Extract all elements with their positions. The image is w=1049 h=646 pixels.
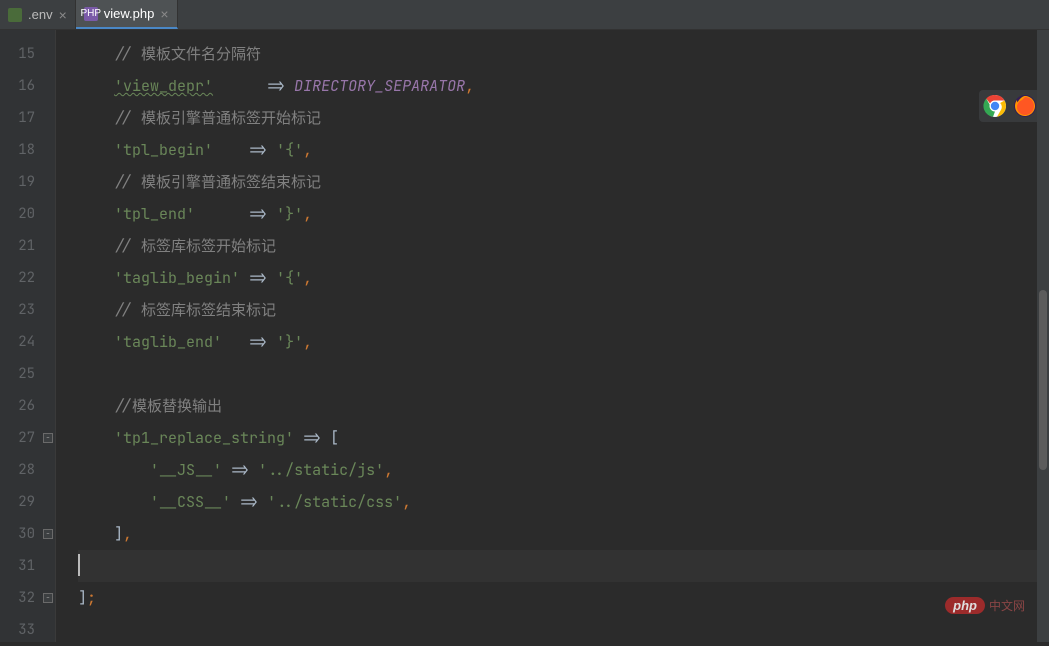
line-number: 15 [0,38,55,70]
line-number: 23 [0,294,55,326]
firefox-icon[interactable] [1013,94,1037,118]
line-number: 20 [0,198,55,230]
vertical-scrollbar[interactable] [1037,30,1049,642]
code-line[interactable]: 'view_depr' => DIRECTORY_SEPARATOR, [78,70,1049,102]
fold-icon[interactable]: − [43,529,53,539]
code-line[interactable] [78,614,1049,646]
code-line[interactable]: 'taglib_begin' => '{', [78,262,1049,294]
code-content[interactable]: // 模板文件名分隔符 'view_depr' => DIRECTORY_SEP… [56,30,1049,642]
tab-label: view.php [104,6,155,21]
line-number: 27− [0,422,55,454]
code-line[interactable]: ], [78,518,1049,550]
code-line[interactable] [78,358,1049,390]
close-icon[interactable]: × [59,8,67,22]
watermark-badge: php [945,597,985,614]
line-number: 19 [0,166,55,198]
line-number: 21 [0,230,55,262]
fold-icon[interactable]: − [43,593,53,603]
tab-env[interactable]: .env × [0,0,76,29]
line-number: 33 [0,614,55,646]
line-number: 17 [0,102,55,134]
code-line[interactable]: '__CSS__' => '../static/css', [78,486,1049,518]
line-number: 28 [0,454,55,486]
tab-bar: .env × PHP view.php × [0,0,1049,30]
code-line[interactable]: // 模板引擎普通标签结束标记 [78,166,1049,198]
file-icon: PHP [84,7,98,21]
scroll-thumb[interactable] [1039,290,1047,470]
watermark: php 中文网 [945,597,1025,614]
close-icon[interactable]: × [160,7,168,21]
line-number: 31 [0,550,55,582]
tab-label: .env [28,7,53,22]
code-line[interactable]: 'tpl_begin' => '{', [78,134,1049,166]
browser-launch-panel [979,90,1041,122]
chrome-icon[interactable] [983,94,1007,118]
line-number: 25 [0,358,55,390]
watermark-text: 中文网 [989,597,1025,614]
code-line[interactable]: 'taglib_end' => '}', [78,326,1049,358]
code-line[interactable]: // 模板引擎普通标签开始标记 [78,102,1049,134]
line-number: 30− [0,518,55,550]
line-number: 24 [0,326,55,358]
code-line[interactable]: 'tpl_end' => '}', [78,198,1049,230]
line-number: 16 [0,70,55,102]
code-line[interactable]: // 模板文件名分隔符 [78,38,1049,70]
code-line[interactable]: ]; [78,582,1049,614]
file-icon [8,8,22,22]
line-gutter: 15161718192021222324252627−282930−3132−3… [0,30,56,642]
line-number: 32− [0,582,55,614]
editor-area: 15161718192021222324252627−282930−3132−3… [0,30,1049,642]
text-caret [78,554,80,576]
code-line[interactable]: // 标签库标签开始标记 [78,230,1049,262]
line-number: 26 [0,390,55,422]
code-line[interactable]: '__JS__' => '../static/js', [78,454,1049,486]
line-number: 29 [0,486,55,518]
line-number: 22 [0,262,55,294]
tab-viewphp[interactable]: PHP view.php × [76,0,178,29]
fold-icon[interactable]: − [43,433,53,443]
code-line[interactable]: //模板替换输出 [78,390,1049,422]
line-number: 18 [0,134,55,166]
code-line[interactable]: 'tp1_replace_string' => [ [78,422,1049,454]
code-line[interactable] [78,550,1049,582]
code-line[interactable]: // 标签库标签结束标记 [78,294,1049,326]
